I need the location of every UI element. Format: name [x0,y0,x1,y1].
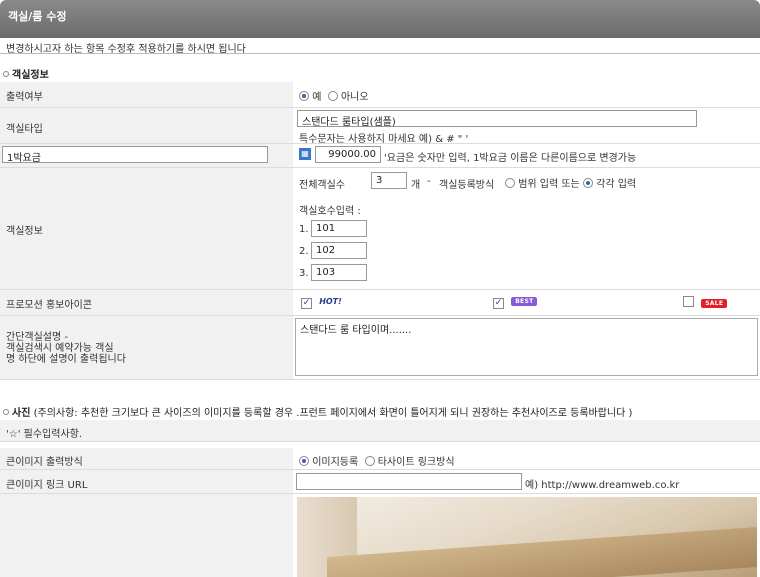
radio-range-input[interactable] [505,178,515,188]
page-subtitle: 변경하시고자 하는 항목 수정후 적용하기를 하시면 됩니다 [6,44,246,55]
checkbox-sale[interactable] [683,296,694,307]
radio-image-upload[interactable] [299,456,309,466]
register-method-label: 객실등록방식 [439,180,495,191]
label-output: 출력여부 [6,92,43,103]
room-number-input-2[interactable]: 102 [311,242,367,259]
image-link-input[interactable] [296,473,522,490]
bullet-icon [3,71,9,77]
row-required-note: '☆' 필수입력사항. [0,420,760,442]
label-image-output: 큰이미지 출력방식 [6,457,83,468]
row-room-info: 객실정보 전체객실수 3 개 - 객실등록방식 범위 입력 또는 각각 입력 객… [0,168,760,290]
room-index-3: 3. [299,268,309,279]
required-note: '☆' 필수입력사항. [6,429,83,440]
room-index-1: 1. [299,224,309,235]
row-image-output-method: 큰이미지 출력방식 이미지등록 타사이트 링크방식 [0,448,760,470]
checkbox-best[interactable]: ✓ [493,298,504,309]
radio-output-no[interactable] [327,91,338,101]
section-title: 객실정보 [12,70,49,81]
room-number-label: 객실호수입력 : [299,206,361,217]
room-number-input-3[interactable]: 103 [311,264,367,281]
description-textarea[interactable]: 스탠다드 룸 타입이며....... [295,318,758,376]
checkbox-hot[interactable]: ✓ [301,298,312,309]
image-link-example: 예) http://www.dreamweb.co.kr [525,480,680,491]
label-image-link: 큰이미지 링크 URL [6,480,88,491]
section-title: 사진 [12,408,31,419]
bullet-icon [3,409,9,415]
row-description: 간단객실설명 - 객실검색시 예약가능 객실 명 하단에 설명이 출력됩니다 스… [0,316,760,380]
total-rooms-label: 전체객실수 [299,180,345,191]
radio-each-input-label: 각각 입력 [596,179,637,190]
row-promo: 프로모션 홍보아이콘 ✓ HOT! ✓ BEST SALE [0,290,760,316]
room-type-note: 특수문자는 사용하지 마세요 예) & # " ' [299,134,469,145]
room-photo-preview [297,497,757,577]
radio-output-no-label: 아니오 [340,92,369,103]
section-photo: 사진 (주의사항: 추천한 크기보다 큰 사이즈의 이미지를 등록할 경우 .프… [3,404,632,419]
room-number-input-1[interactable]: 101 [311,220,367,237]
row-output: 출력여부 예 아니오 [0,82,760,108]
calculator-icon[interactable]: ▦ [299,148,311,160]
section-room-info: 객실정보 [3,66,49,81]
desc-label-line3: 명 하단에 설명이 출력됩니다 [6,354,126,365]
window-titlebar: 객실/룸 수정 [0,0,760,38]
best-badge: BEST [511,297,538,306]
room-type-input[interactable]: 스탠다드 룸타입(샘플) [297,110,697,128]
radio-image-upload-label: 이미지등록 [312,457,359,468]
row-room-type: 객실타입 스탠다드 룸타입(샘플) 특수문자는 사용하지 마세요 예) & # … [0,108,760,145]
radio-each-input[interactable] [582,178,593,188]
sale-badge: SALE [701,299,728,308]
label-room-type: 객실타입 [6,124,43,135]
radio-range-input-label: 범위 입력 또는 [518,179,580,190]
photo-section-note: (주의사항: 추천한 크기보다 큰 사이즈의 이미지를 등록할 경우 .프런트 … [33,408,633,419]
hot-badge: HOT! [319,297,342,306]
row-image-link-url: 큰이미지 링크 URL 예) http://www.dreamweb.co.kr [0,470,760,494]
dash-separator: - [427,176,431,187]
row-price: 1박요금 ▦ 99000.00 '요금은 숫자만 입력, 1박요금 이름은 다른… [0,144,760,168]
price-name-input[interactable]: 1박요금 [2,146,268,164]
page-title: 객실/룸 수정 [8,10,67,23]
page-subtitle-bar: 변경하시고자 하는 항목 수정후 적용하기를 하시면 됩니다 [0,38,760,55]
total-rooms-input[interactable]: 3 [371,172,407,189]
price-note: '요금은 숫자만 입력, 1박요금 이름은 다른이름으로 변경가능 [384,153,637,164]
price-input[interactable]: 99000.00 [315,146,381,163]
radio-image-link-label: 타사이트 링크방식 [377,457,455,468]
total-rooms-unit: 개 [411,180,421,191]
label-promo: 프로모션 홍보아이콘 [6,300,92,311]
radio-output-yes-label: 예 [312,92,322,103]
radio-image-link[interactable] [364,456,375,466]
radio-output-yes[interactable] [299,91,309,101]
room-index-2: 2. [299,246,309,257]
label-room-info: 객실정보 [6,226,43,237]
